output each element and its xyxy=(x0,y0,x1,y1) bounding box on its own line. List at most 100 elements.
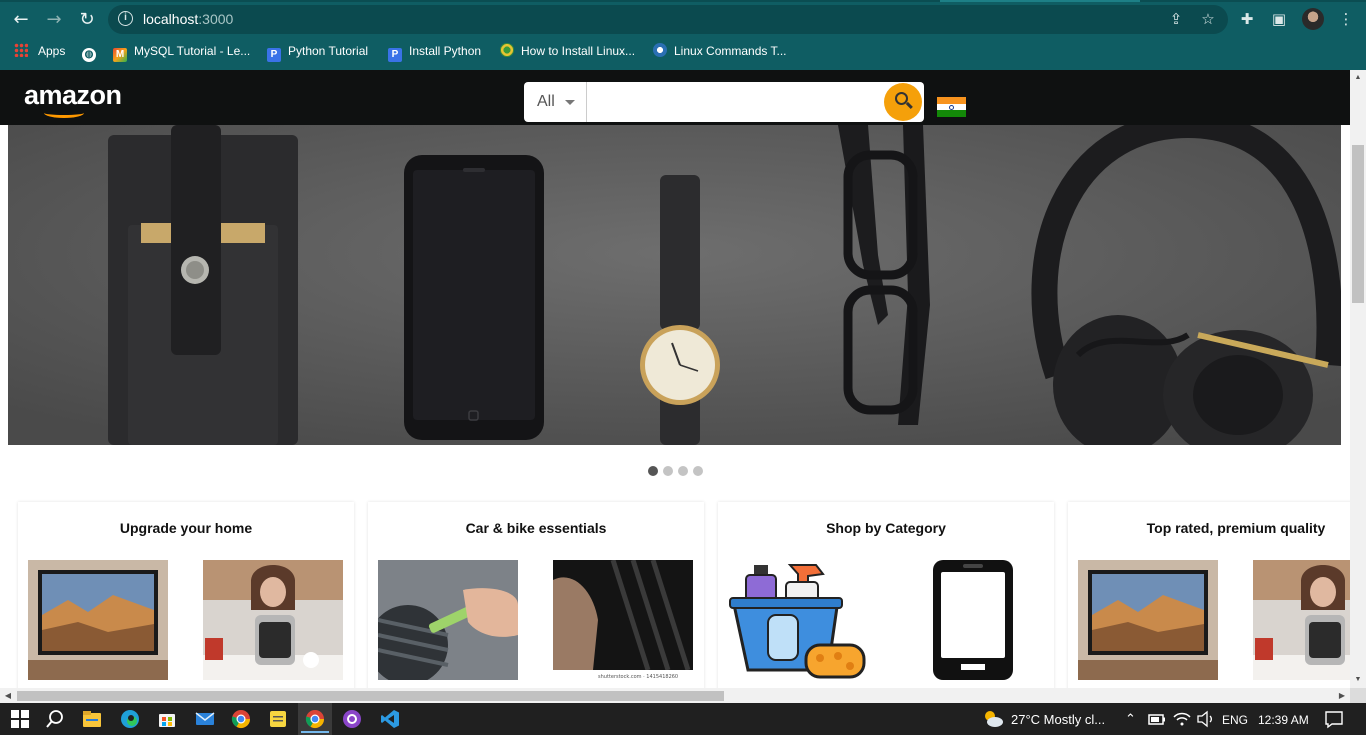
active-tab-indicator xyxy=(940,0,1140,2)
card-title: Car & bike essentials xyxy=(465,520,607,536)
scrollbar-corner xyxy=(1350,688,1366,703)
search-icon[interactable] xyxy=(45,709,65,729)
language-indicator[interactable]: ENG xyxy=(1222,713,1248,727)
bookmark-label: How to Install Linux... xyxy=(521,44,636,58)
cleaning-supplies-icon[interactable] xyxy=(728,560,868,680)
extensions-puzzle-icon[interactable]: ✚ xyxy=(1237,9,1257,29)
bookmark-apps[interactable]: Apps xyxy=(14,42,65,60)
card-top-rated-premium[interactable]: Top rated, premium quality xyxy=(1068,502,1350,688)
smartphone-illustration xyxy=(933,560,1013,680)
file-explorer-icon[interactable] xyxy=(82,709,102,729)
cooker-illustration xyxy=(203,560,343,680)
search-icon-handle xyxy=(906,101,913,109)
show-hidden-icons-chevron-icon[interactable]: ⌃ xyxy=(1125,712,1136,727)
profile-avatar[interactable] xyxy=(1302,8,1324,30)
back-arrow-icon[interactable]: ← xyxy=(9,8,33,32)
vertical-scroll-thumb[interactable] xyxy=(1352,145,1364,303)
carousel-indicators xyxy=(648,463,708,481)
card-upgrade-your-home[interactable]: Upgrade your home xyxy=(18,502,354,688)
url-text[interactable]: localhost:3000 xyxy=(143,11,233,27)
tv-image[interactable] xyxy=(1078,560,1218,680)
p-badge-icon: P xyxy=(388,48,402,62)
url-port: :3000 xyxy=(198,11,234,27)
logo-smile-icon xyxy=(44,108,84,118)
vent-illustration xyxy=(378,560,518,680)
bookmark-label: Install Python xyxy=(409,44,482,58)
card-car-bike-essentials[interactable]: Car & bike essentials shutterstock.com ·… xyxy=(368,502,704,688)
scroll-right-arrow-icon[interactable]: ▶ xyxy=(1336,688,1348,703)
carousel-dot[interactable] xyxy=(693,466,703,476)
card-title: Shop by Category xyxy=(826,520,946,536)
battery-icon[interactable] xyxy=(1147,709,1167,729)
linux-commands-icon xyxy=(653,43,667,57)
sticky-notes-icon[interactable] xyxy=(268,709,288,729)
pressure-cooker-image[interactable] xyxy=(1253,560,1350,680)
bookmark-python-tutorial[interactable]: P Python Tutorial xyxy=(267,42,369,62)
search-button[interactable] xyxy=(884,83,922,121)
tab-strip xyxy=(0,0,1366,2)
search-bar: All xyxy=(524,82,924,122)
vscode-icon[interactable] xyxy=(380,709,400,729)
tv-illustration xyxy=(1078,560,1218,680)
chrome-active-icon[interactable] xyxy=(305,709,325,729)
mysql-tutorial-icon: M xyxy=(113,48,127,62)
globe-icon: ◍ xyxy=(82,48,96,62)
tv-image[interactable] xyxy=(28,560,168,680)
tyre-illustration: shutterstock.com · 1415418260 xyxy=(553,560,693,680)
image-caption: shutterstock.com · 1415418260 xyxy=(598,674,678,680)
bookmark-mysql-tutorial[interactable]: M MySQL Tutorial - Le... xyxy=(113,42,251,62)
search-input[interactable] xyxy=(588,86,878,118)
reload-icon[interactable]: ↻ xyxy=(75,8,99,32)
india-flag-icon[interactable] xyxy=(937,97,966,117)
bookmark-label: MySQL Tutorial - Le... xyxy=(134,44,251,58)
scroll-up-arrow-icon[interactable]: ▲ xyxy=(1350,72,1366,84)
hero-banner-image[interactable] xyxy=(8,125,1341,445)
search-category-dropdown[interactable]: All xyxy=(524,82,587,122)
bookmark-globe[interactable]: ◍ xyxy=(82,42,103,62)
menu-kebab-icon[interactable]: ⋮ xyxy=(1336,9,1356,29)
hero-products-illustration xyxy=(8,125,1341,445)
volume-icon[interactable] xyxy=(1196,709,1216,729)
search-category-label: All xyxy=(537,93,555,110)
cleaning-supplies-illustration xyxy=(729,564,866,679)
bookmark-install-python[interactable]: P Install Python xyxy=(388,42,482,62)
tyre-image[interactable]: shutterstock.com · 1415418260 xyxy=(553,560,693,680)
notifications-icon[interactable] xyxy=(1324,709,1344,729)
pressure-cooker-image[interactable] xyxy=(203,560,343,680)
clock-time[interactable]: 12:39 AM xyxy=(1258,713,1309,727)
bookmark-label: Linux Commands T... xyxy=(674,44,787,58)
weather-text[interactable]: 27°C Mostly cl... xyxy=(1011,712,1105,727)
github-desktop-icon[interactable] xyxy=(342,709,362,729)
tv-illustration xyxy=(28,560,168,680)
edge-icon[interactable] xyxy=(120,709,140,729)
card-shop-by-category[interactable]: Shop by Category xyxy=(718,502,1054,688)
wifi-icon[interactable] xyxy=(1172,709,1192,729)
scroll-down-arrow-icon[interactable]: ▼ xyxy=(1350,674,1366,686)
carousel-dot[interactable] xyxy=(663,466,673,476)
chrome-icon[interactable] xyxy=(231,709,251,729)
amazon-logo[interactable]: amazon xyxy=(24,80,122,111)
scroll-left-arrow-icon[interactable]: ◀ xyxy=(2,688,14,703)
car-vent-cleaning-image[interactable] xyxy=(378,560,518,680)
url-host: localhost xyxy=(143,11,199,27)
address-bar[interactable] xyxy=(108,5,1228,34)
windows-start-icon[interactable] xyxy=(10,709,30,729)
forward-arrow-icon[interactable]: → xyxy=(42,8,66,32)
bookmark-linux-commands[interactable]: Linux Commands T... xyxy=(653,42,787,60)
mail-icon[interactable] xyxy=(195,709,215,729)
linux-site-icon xyxy=(500,43,514,57)
smartphone-icon[interactable] xyxy=(903,560,1043,680)
bookmark-star-icon[interactable]: ☆ xyxy=(1198,9,1218,29)
site-info-icon[interactable]: i xyxy=(118,11,133,26)
card-title: Upgrade your home xyxy=(119,520,253,536)
carousel-dot[interactable] xyxy=(648,466,658,476)
weather-cloud-sun-icon[interactable] xyxy=(982,709,1004,729)
share-icon[interactable]: ⇪ xyxy=(1166,9,1186,29)
carousel-dot[interactable] xyxy=(678,466,688,476)
horizontal-scroll-thumb[interactable] xyxy=(17,691,724,701)
bookmark-install-linux[interactable]: How to Install Linux... xyxy=(500,42,635,60)
store-icon[interactable] xyxy=(157,709,177,729)
side-panel-icon[interactable]: ▣ xyxy=(1269,9,1289,29)
bookmark-label: Python Tutorial xyxy=(288,44,369,58)
p-badge-icon: P xyxy=(267,48,281,62)
